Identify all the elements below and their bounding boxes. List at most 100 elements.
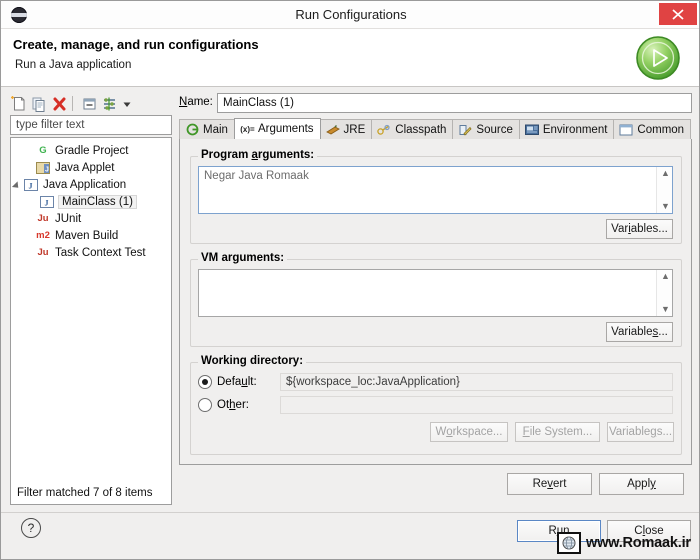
scroll-up-icon[interactable]: ▲ <box>661 272 670 281</box>
apply-button[interactable]: Apply <box>599 473 684 495</box>
tree-twisty <box>23 244 35 261</box>
working-directory-other-value <box>280 396 673 414</box>
tree-twisty-expanded[interactable] <box>11 176 23 193</box>
tree-twisty <box>23 159 35 176</box>
file-system-button[interactable]: File System... <box>515 422 600 442</box>
java-app-icon: J <box>39 195 55 209</box>
revert-button[interactable]: Revert <box>507 473 592 495</box>
junit-icon: Ju <box>37 212 49 224</box>
name-input[interactable] <box>217 93 692 113</box>
radio-label: Other: <box>217 399 249 411</box>
source-icon <box>458 123 473 136</box>
working-directory-group: Working directory: Default: ${workspace_… <box>190 355 682 455</box>
tree-twisty <box>23 142 35 159</box>
name-row: Name: <box>179 93 692 115</box>
scroll-up-icon[interactable]: ▲ <box>661 169 670 178</box>
tree-item-java-application[interactable]: J Java Application <box>11 176 171 193</box>
tree-twisty <box>23 227 35 244</box>
vm-arguments-group: VM arguments: ▲ ▼ Variables... <box>190 252 682 347</box>
working-directory-default-radio[interactable]: Default: <box>198 373 257 391</box>
gradle-icon: G <box>39 144 47 156</box>
tab-classpath[interactable]: Classpath <box>371 119 454 139</box>
new-configuration-button[interactable] <box>10 95 29 113</box>
collapse-all-button[interactable] <box>80 95 99 113</box>
view-menu-button[interactable] <box>120 95 134 113</box>
working-directory-label: Working directory: <box>198 355 307 367</box>
svg-text:J: J <box>29 181 33 190</box>
tree-item-gradle-project[interactable]: G Gradle Project <box>11 142 171 159</box>
help-question-icon[interactable]: ? <box>21 518 41 538</box>
svg-text:J: J <box>45 166 49 173</box>
tree-item-label: Task Context Test <box>55 246 146 259</box>
tree-item-label: JUnit <box>55 212 82 225</box>
task-context-icon: Ju <box>37 246 49 258</box>
collapse-all-icon <box>83 98 96 110</box>
name-label: Name: <box>179 96 213 108</box>
footer-separator <box>1 512 699 513</box>
tab-source[interactable]: Source <box>452 119 520 139</box>
duplicate-configuration-button[interactable] <box>30 95 49 113</box>
close-icon <box>672 9 684 20</box>
working-directory-other-radio[interactable]: Other: <box>198 396 249 414</box>
tree-item-task-context-test[interactable]: Ju Task Context Test <box>11 244 171 261</box>
tree-item-mainclass-1[interactable]: J MainClass (1) <box>11 193 171 210</box>
tab-main[interactable]: Main <box>179 119 235 139</box>
header-subtitle: Run a Java application <box>15 59 132 71</box>
tab-label: Source <box>476 123 513 136</box>
run-green-play-icon <box>636 36 680 80</box>
filter-icon <box>104 97 115 111</box>
vm-arguments-label: VM arguments: <box>198 252 288 264</box>
tab-label: Main <box>203 123 228 136</box>
arguments-xy-icon: (x)= <box>240 124 255 134</box>
vm-arguments-textarea[interactable]: ▲ ▼ <box>198 269 673 317</box>
working-directory-variables-button[interactable]: Variablegs... <box>607 422 674 442</box>
environment-icon <box>524 123 540 136</box>
tree-item-maven-build[interactable]: m2 Maven Build <box>11 227 171 244</box>
watermark-text: www.Romaak.ir <box>586 535 691 551</box>
scroll-down-icon[interactable]: ▼ <box>661 305 670 314</box>
arguments-tab-page: Program arguments: Negar Java Romaak ▲ ▼… <box>179 139 692 465</box>
program-arguments-variables-button[interactable]: Variables... <box>606 219 673 239</box>
tab-arguments[interactable]: (x)= Arguments <box>233 118 321 139</box>
program-arguments-value: Negar Java Romaak <box>204 170 309 182</box>
tab-strip: Main (x)= Arguments JRE Classpath Source… <box>179 118 692 140</box>
radio-indicator <box>198 398 212 412</box>
configuration-editor: Name: Main (x)= Arguments <box>179 93 692 505</box>
tree-item-junit[interactable]: Ju JUnit <box>11 210 171 227</box>
watermark: www.Romaak.ir <box>557 531 691 555</box>
classpath-icon <box>377 123 392 136</box>
tree-item-label: MainClass (1) <box>59 195 136 208</box>
tab-jre[interactable]: JRE <box>319 119 373 139</box>
tree-item-label: Java Application <box>43 178 127 191</box>
tab-label: JRE <box>343 123 366 136</box>
header-title: Create, manage, and run configurations <box>13 37 259 52</box>
radio-label: Default: <box>217 376 257 388</box>
dialog-header: Create, manage, and run configurations R… <box>1 29 699 87</box>
filter-configurations-button[interactable] <box>100 95 119 113</box>
delete-configuration-button[interactable] <box>50 95 69 113</box>
tab-label: Environment <box>542 123 608 136</box>
tree-twisty <box>23 210 35 227</box>
configurations-toolbar <box>10 93 174 115</box>
toolbar-separator <box>72 96 73 111</box>
program-arguments-group: Program arguments: Negar Java Romaak ▲ ▼… <box>190 149 682 244</box>
configurations-tree[interactable]: G Gradle Project J Java Applet J Java Ap… <box>10 137 172 482</box>
program-arguments-label: Program arguments: <box>198 149 318 161</box>
program-arguments-textarea[interactable]: Negar Java Romaak ▲ ▼ <box>198 166 673 214</box>
working-directory-default-value: ${workspace_loc:JavaApplication} <box>280 373 673 391</box>
scroll-down-icon[interactable]: ▼ <box>661 202 670 211</box>
vm-arguments-variables-button[interactable]: Variables... <box>606 322 673 342</box>
run-configurations-dialog: Run Configurations Create, manage, and r… <box>0 0 700 560</box>
program-arguments-scrollbar[interactable]: ▲ ▼ <box>656 167 672 213</box>
close-window-button[interactable] <box>659 3 697 25</box>
filter-input[interactable] <box>10 115 172 135</box>
titlebar: Run Configurations <box>1 1 699 29</box>
tab-label: Arguments <box>257 123 314 135</box>
configurations-panel: G Gradle Project J Java Applet <box>10 93 174 505</box>
tab-label: Common <box>637 123 685 136</box>
tab-environment[interactable]: Environment <box>518 119 615 139</box>
tab-common[interactable]: Common <box>613 119 692 139</box>
workspace-button[interactable]: Workspace... <box>430 422 508 442</box>
tree-item-java-applet[interactable]: J Java Applet <box>11 159 171 176</box>
vm-arguments-scrollbar[interactable]: ▲ ▼ <box>656 270 672 316</box>
